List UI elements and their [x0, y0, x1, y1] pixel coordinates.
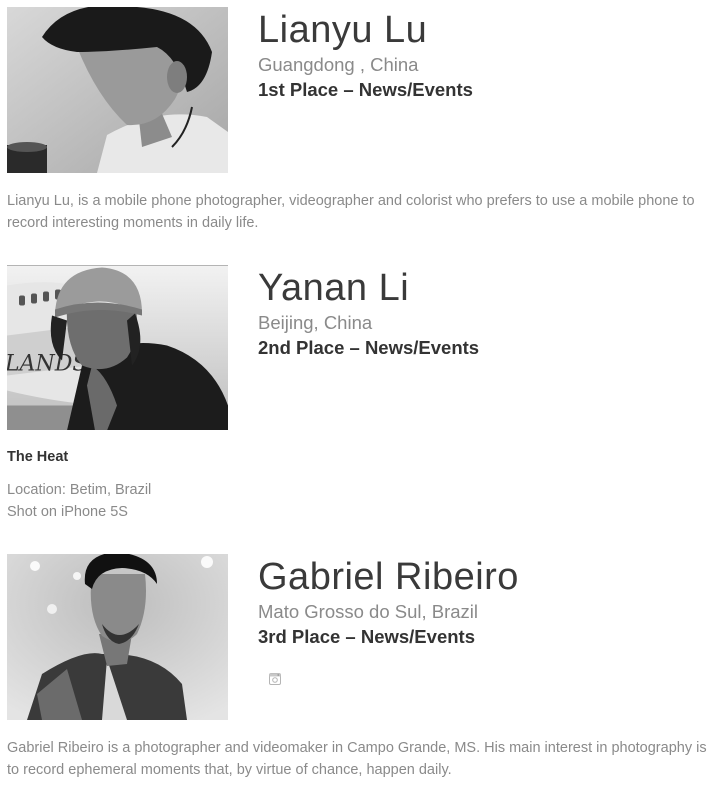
photo-title: The Heat — [7, 449, 69, 465]
winner-location: Beijing, China — [258, 312, 373, 333]
winner-photo: LANDS — [7, 265, 228, 430]
winner-bio: Gabriel Ribeiro is a photographer and vi… — [7, 740, 707, 778]
winner-info: Gabriel Ribeiro Mato Grosso do Sul, Braz… — [258, 554, 519, 650]
winner-info: Yanan Li Beijing, China 2nd Place – News… — [258, 265, 479, 361]
winner-place: 3rd Place – News/Events — [258, 626, 475, 647]
winner-location: Guangdong , China — [258, 54, 419, 75]
photo-location: Location: Betim, Brazil — [7, 482, 152, 498]
winner-place: 1st Place – News/Events — [258, 79, 473, 100]
winner-location: Mato Grosso do Sul, Brazil — [258, 601, 479, 622]
winner-place: 2nd Place – News/Events — [258, 337, 480, 358]
winner-bio: Lianyu Lu, is a mobile phone photographe… — [7, 193, 695, 231]
winner-photo — [7, 7, 228, 173]
instagram-icon[interactable] — [269, 673, 281, 685]
photo-device: Shot on iPhone 5S — [7, 504, 128, 520]
winner-name: Gabriel Ribeiro — [258, 556, 519, 598]
winner-info: Lianyu Lu Guangdong , China 1st Place – … — [258, 7, 473, 103]
winner-photo — [7, 554, 228, 720]
winner-name: Lianyu Lu — [258, 9, 428, 51]
winner-name: Yanan Li — [258, 267, 410, 309]
